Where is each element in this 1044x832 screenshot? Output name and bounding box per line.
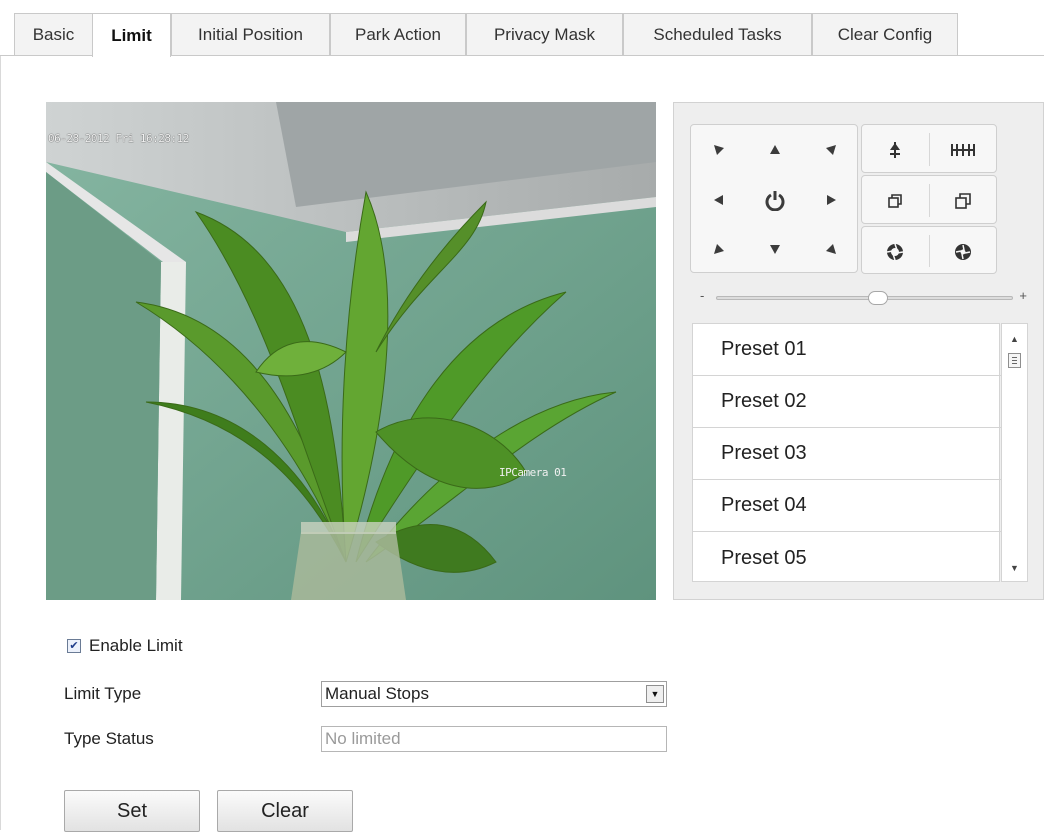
arrow-up-right-icon[interactable] [803, 125, 859, 175]
tab-privacy-mask[interactable]: Privacy Mask [466, 13, 623, 56]
arrow-down-icon[interactable] [747, 224, 803, 274]
osd-timestamp: 06-28-2012 Fri 16:28:12 [48, 132, 189, 145]
preset-item[interactable]: Preset 03 [693, 428, 1001, 480]
preset-item[interactable]: Preset 01 [693, 324, 1001, 376]
arrow-right-icon[interactable] [803, 175, 859, 225]
slider-minus-label: - [700, 288, 705, 303]
enable-limit-checkbox[interactable]: ✔ [67, 639, 81, 653]
set-button[interactable]: Set [64, 790, 200, 832]
chevron-down-icon[interactable]: ▼ [646, 685, 664, 703]
speed-slider[interactable]: - + [700, 288, 1027, 305]
tab-park-action[interactable]: Park Action [330, 13, 466, 56]
direction-pad [690, 124, 858, 273]
arrow-down-left-icon[interactable] [691, 224, 747, 274]
tab-scheduled-tasks[interactable]: Scheduled Tasks [623, 13, 812, 56]
arrow-up-icon[interactable] [747, 125, 803, 175]
preset-item[interactable]: Preset 04 [693, 480, 1001, 532]
focus-far-icon[interactable] [930, 176, 996, 225]
preset-scrollbar[interactable]: ▲ ▼ [1001, 323, 1028, 582]
tab-initial-position[interactable]: Initial Position [171, 13, 330, 56]
ptz-panel: - + Preset 01 Preset 02 Preset 03 Preset… [673, 102, 1044, 600]
type-status-value: No limited [325, 729, 401, 748]
enable-limit-row[interactable]: ✔ Enable Limit [67, 636, 183, 656]
iris-close-icon[interactable] [930, 227, 996, 276]
slider-rail [716, 296, 1013, 300]
auto-scan-icon[interactable] [747, 175, 803, 225]
zoom-out-icon[interactable] [930, 125, 996, 174]
type-status-field: No limited [321, 726, 667, 752]
arrow-up-left-icon[interactable] [691, 125, 747, 175]
preset-list: Preset 01 Preset 02 Preset 03 Preset 04 … [692, 323, 1001, 584]
arrow-left-icon[interactable] [691, 175, 747, 225]
limit-type-label: Limit Type [64, 684, 142, 703]
focus-group [861, 175, 997, 224]
slider-plus-label: + [1019, 288, 1027, 303]
limit-type-value: Manual Stops [325, 684, 429, 703]
focus-near-icon[interactable] [862, 176, 928, 225]
osd-camera-name: IPCamera 01 [499, 466, 567, 479]
iris-group [861, 226, 997, 274]
camera-scene [46, 102, 656, 600]
type-status-label: Type Status [64, 729, 154, 748]
preset-item[interactable]: Preset 02 [693, 376, 1001, 428]
scroll-up-icon[interactable]: ▲ [1002, 334, 1027, 344]
tab-limit[interactable]: Limit [92, 13, 171, 57]
limit-type-select[interactable]: Manual Stops ▼ [321, 681, 667, 707]
scroll-thumb[interactable] [1008, 353, 1021, 368]
zoom-in-icon[interactable] [862, 125, 928, 174]
tab-bar: Basic Limit Initial Position Park Action… [0, 0, 1044, 57]
preset-item[interactable]: Preset 05 [693, 532, 1001, 584]
enable-limit-label: Enable Limit [89, 636, 183, 655]
scroll-down-icon[interactable]: ▼ [1002, 563, 1027, 573]
arrow-down-right-icon[interactable] [803, 224, 859, 274]
clear-button[interactable]: Clear [217, 790, 353, 832]
tab-clear-config[interactable]: Clear Config [812, 13, 958, 56]
zoom-group [861, 124, 997, 173]
iris-open-icon[interactable] [862, 227, 928, 276]
slider-thumb[interactable] [868, 291, 889, 305]
live-video-view[interactable]: 06-28-2012 Fri 16:28:12 IPCamera 01 [46, 102, 656, 600]
tab-basic[interactable]: Basic [14, 13, 93, 56]
